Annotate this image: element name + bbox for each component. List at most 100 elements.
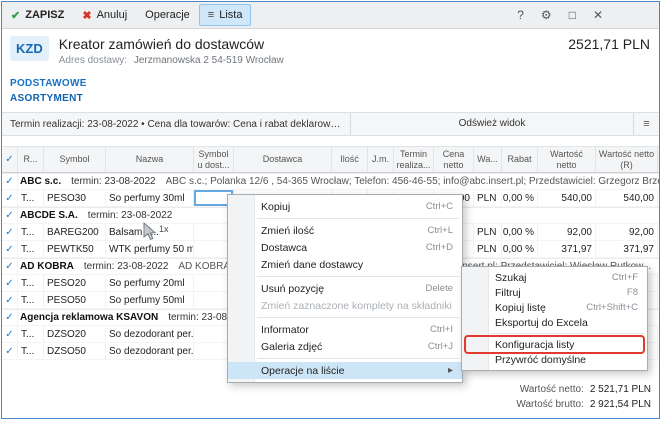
row-checkbox[interactable]: ✓	[2, 326, 18, 342]
column-header[interactable]: R...	[18, 147, 44, 172]
cell[interactable]: T...	[18, 326, 44, 342]
cancel-x-icon: ✖	[82, 9, 91, 22]
tab-strip: PODSTAWOWE ASORTYMENT	[10, 76, 659, 106]
filter-bar: Termin realizacji: 23-08-2022 • Cena dla…	[2, 112, 659, 136]
cell[interactable]: PLN	[474, 241, 502, 257]
menu-item[interactable]: SzukajCtrl+F	[462, 270, 647, 285]
column-header[interactable]: Wa...	[474, 147, 502, 172]
cell[interactable]: 92,00	[596, 224, 658, 240]
operations-menu-button[interactable]: Operacje	[136, 2, 199, 28]
cell[interactable]: 540,00	[596, 190, 658, 206]
maximize-icon[interactable]: □	[569, 9, 576, 21]
menu-item[interactable]: Galeria zdjęćCtrl+J	[228, 338, 462, 355]
help-icon[interactable]: ?	[517, 9, 524, 21]
group-row[interactable]: ✓ABC s.c.termin: 23-08-2022ABC s.c.; Pol…	[2, 173, 659, 190]
column-header[interactable]: Ilość	[332, 147, 368, 172]
cell[interactable]: T...	[18, 343, 44, 359]
filter-summary[interactable]: Termin realizacji: 23-08-2022 • Cena dla…	[2, 119, 350, 130]
supplier-termin: termin: 23-08...	[168, 312, 235, 323]
row-checkbox[interactable]: ✓	[2, 190, 18, 206]
row-checkbox[interactable]: ✓	[2, 208, 18, 223]
cell[interactable]: PLN	[474, 224, 502, 240]
cell[interactable]: 0,00 %	[502, 190, 538, 206]
cell[interactable]: DZSO20	[44, 326, 106, 342]
column-header[interactable]: Symbol u dost...	[194, 147, 234, 172]
row-checkbox[interactable]: ✓	[2, 259, 18, 274]
cell[interactable]: T...	[18, 292, 44, 308]
cell[interactable]: PESO50	[44, 292, 106, 308]
column-header[interactable]: Wartość netto	[538, 147, 596, 172]
column-header[interactable]: Wartość netto (R)	[596, 147, 658, 172]
menu-item-label: Przywróć domyślne	[495, 354, 586, 366]
cell[interactable]: So perfumy 50ml	[106, 292, 194, 308]
document-header: KZD Kreator zamówień do dostawców 2521,7…	[2, 29, 659, 68]
cell[interactable]: So perfumy 20ml	[106, 275, 194, 291]
cell[interactable]: So perfumy 30ml	[106, 190, 194, 206]
cell[interactable]: So dezodorant per...	[106, 326, 194, 342]
column-header[interactable]: Nazwa	[106, 147, 194, 172]
menu-item[interactable]: Zmień dane dostawcy	[228, 256, 462, 273]
menu-item[interactable]: Przywróć domyślne	[462, 352, 647, 367]
row-checkbox[interactable]: ✓	[2, 343, 18, 359]
cell[interactable]: WTK perfumy 50 ml	[106, 241, 194, 257]
tab-podstawowe[interactable]: PODSTAWOWE	[10, 76, 87, 91]
menu-item[interactable]: KopiujCtrl+C	[228, 198, 462, 215]
column-header[interactable]: Termin realiza...	[394, 147, 434, 172]
menu-item[interactable]: DostawcaCtrl+D	[228, 239, 462, 256]
column-header[interactable]: Dostawca	[234, 147, 332, 172]
row-checkbox[interactable]: ✓	[2, 275, 18, 291]
close-icon[interactable]: ✕	[593, 9, 603, 21]
supplier-name: ABC s.c.	[20, 176, 61, 187]
menu-item[interactable]: InformatorCtrl+I	[228, 321, 462, 338]
supplier-name: ABCDE S.A.	[20, 210, 78, 221]
row-checkbox[interactable]: ✓	[2, 310, 18, 325]
list-view-button[interactable]: ≡ Lista	[199, 4, 252, 26]
menu-item[interactable]: Zmień ilośćCtrl+L	[228, 222, 462, 239]
row-checkbox[interactable]: ✓	[2, 292, 18, 308]
menu-item[interactable]: Usuń pozycjęDelete	[228, 280, 462, 297]
brutto-value: 2 921,54 PLN	[590, 399, 651, 410]
menu-item[interactable]: Eksportuj do Excela	[462, 315, 647, 330]
cell[interactable]: T...	[18, 224, 44, 240]
cell[interactable]: PESO30	[44, 190, 106, 206]
select-all-checkbox[interactable]: ✓	[2, 147, 18, 172]
cell[interactable]: T...	[18, 190, 44, 206]
cell[interactable]: BAREG200	[44, 224, 106, 240]
menu-shortcut: Ctrl+D	[414, 242, 453, 253]
column-header[interactable]: Rabat	[502, 147, 538, 172]
cell[interactable]: 0,00 %	[502, 224, 538, 240]
menu-item[interactable]: Operacje na liście▸	[228, 362, 462, 379]
settings-gear-icon[interactable]: ⚙	[541, 9, 552, 21]
cell[interactable]: 92,00	[538, 224, 596, 240]
context-submenu: SzukajCtrl+FFiltrujF8Kopiuj listęCtrl+Sh…	[461, 266, 648, 371]
save-button[interactable]: ✔ ZAPISZ	[2, 2, 73, 28]
cell[interactable]: PESO20	[44, 275, 106, 291]
cell[interactable]: 371,97	[538, 241, 596, 257]
menu-item[interactable]: Konfiguracja listy	[462, 337, 647, 352]
cancel-button[interactable]: ✖ Anuluj	[73, 2, 136, 28]
window-controls: ? ⚙ □ ✕	[517, 2, 659, 28]
refresh-view-button[interactable]: Odśwież widok	[350, 113, 633, 135]
cell[interactable]: So dezodorant per...	[106, 343, 194, 359]
filter-menu-icon[interactable]: ≡	[633, 113, 659, 135]
menu-item[interactable]: Kopiuj listęCtrl+Shift+C	[462, 300, 647, 315]
row-checkbox[interactable]: ✓	[2, 224, 18, 240]
cell[interactable]: PLN	[474, 190, 502, 206]
cell[interactable]: PEWTK50	[44, 241, 106, 257]
row-checkbox[interactable]: ✓	[2, 174, 18, 189]
row-checkbox[interactable]: ✓	[2, 241, 18, 257]
cell[interactable]: 540,00	[538, 190, 596, 206]
cell[interactable]: DZSO50	[44, 343, 106, 359]
cell[interactable]: 371,97	[596, 241, 658, 257]
cell[interactable]: 0,00 %	[502, 241, 538, 257]
menu-item[interactable]: FiltrujF8	[462, 285, 647, 300]
menu-item-label: Operacje na liście	[261, 365, 344, 377]
menu-shortcut: Ctrl+Shift+C	[574, 302, 638, 313]
cell[interactable]: T...	[18, 275, 44, 291]
address-label: Adres dostawy:	[59, 55, 127, 66]
column-header[interactable]: Cena netto	[434, 147, 474, 172]
column-header[interactable]: Symbol	[44, 147, 106, 172]
cell[interactable]: T...	[18, 241, 44, 257]
tab-asortyment[interactable]: ASORTYMENT	[10, 91, 83, 106]
column-header[interactable]: J.m.	[368, 147, 394, 172]
